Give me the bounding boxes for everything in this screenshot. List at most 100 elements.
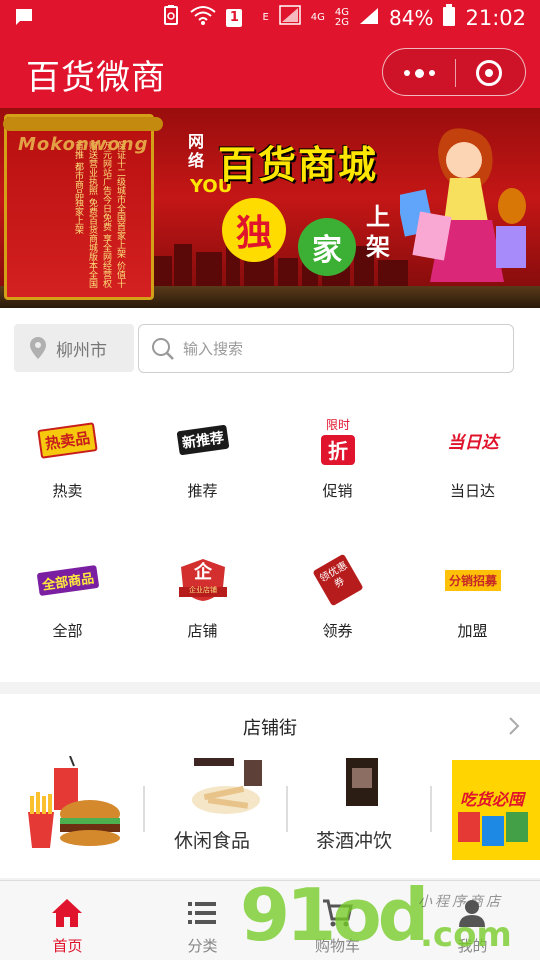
category-join[interactable]: 分销招募 加盟 [405, 530, 540, 650]
category-same-day[interactable]: 当日达 当日达 [405, 390, 540, 510]
snack-food-image [192, 758, 262, 814]
burger-fries-image [28, 755, 120, 848]
target-icon [476, 60, 502, 86]
tab-label: 首页 [52, 937, 83, 955]
category-coupon[interactable]: 领优惠券 领券 [270, 530, 405, 650]
search-icon [152, 337, 174, 360]
category-promotion[interactable]: 限时 折 促销 [270, 390, 405, 510]
user-icon [459, 900, 485, 927]
promotion-art: 折 [321, 434, 355, 465]
category-store[interactable]: 企 企业店铺 店铺 [135, 530, 270, 650]
store-tile-snacks[interactable]: 休闲食品 [164, 756, 304, 866]
signal-icon-1 [279, 5, 301, 30]
category-label: 领券 [322, 622, 353, 640]
tab-mine[interactable]: 我的 [405, 891, 540, 957]
sim-badge: 1 [226, 8, 243, 27]
category-hot[interactable]: 热卖品 热卖 [0, 390, 135, 510]
banner-circle-yellow: 独 [222, 198, 286, 262]
store-tile-drinks[interactable]: 茶酒冲饮 [306, 756, 446, 866]
tab-label: 购物车 [314, 937, 360, 955]
category-label: 店铺 [187, 622, 218, 640]
tab-label: 分类 [187, 937, 218, 955]
more-dot-icon [428, 70, 435, 76]
network-2g-label: 2G [334, 16, 350, 28]
join-icon: 分销招募 [440, 552, 506, 608]
network-type: 4G [310, 11, 325, 23]
coupon-icon: 领优惠券 [305, 552, 371, 608]
battery-icon [443, 4, 456, 31]
store-tile-label: 休闲食品 [174, 830, 251, 852]
app-header: 百货微商 [0, 36, 540, 108]
network-e-label: E [262, 11, 269, 23]
clock: 21:02 [465, 5, 526, 30]
category-label: 当日达 [449, 482, 495, 500]
tea-liquor-image [346, 758, 378, 806]
banner-title: 百货商城 [218, 143, 379, 187]
chevron-right-icon[interactable] [504, 714, 524, 738]
hot-sale-art: 热卖品 [37, 421, 99, 459]
category-label: 促销 [322, 482, 353, 500]
more-dot-icon [403, 70, 410, 76]
tile-divider [286, 786, 288, 832]
category-recommend[interactable]: 新推荐 推荐 [135, 390, 270, 510]
wifi-icon [190, 5, 217, 30]
store-tile-foodie[interactable]: 吃货必囤 [452, 756, 540, 866]
network-4g-label: 4G [310, 11, 325, 23]
category-label: 全部 [52, 622, 83, 640]
store-art: 企 [194, 562, 212, 583]
store-art-sub: 企业店铺 [189, 586, 217, 594]
tile-divider [143, 786, 145, 832]
close-mini-program-button[interactable] [453, 49, 525, 97]
home-icon [52, 899, 82, 927]
join-art: 分销招募 [444, 569, 501, 591]
page-title: 百货微商 [26, 58, 166, 98]
category-label: 推荐 [187, 482, 218, 500]
store-icon: 企 企业店铺 [170, 552, 236, 608]
category-grid: 热卖品 热卖 新推荐 推荐 限时 折 促销 当日达 当日达 全部商品 全部 企 … [0, 390, 540, 682]
banner-net-label: 网络 [188, 132, 205, 170]
store-street-section: 店铺街 休闲食品 茶酒冲饮 吃货必囤 [0, 694, 540, 878]
city-selector[interactable]: 柳州市 [14, 324, 134, 372]
category-label: 热卖 [52, 482, 83, 500]
search-box[interactable] [138, 324, 514, 373]
promo-banner[interactable]: 保证十二级城市全国首家上架 价值十万元网站广告今日免费 享全网经营权赠送营业执照… [0, 108, 540, 308]
banner-tag: 上架 [366, 203, 390, 261]
banner-brand: Mokonwong [18, 134, 149, 155]
category-all[interactable]: 全部商品 全部 [0, 530, 135, 650]
network-4g-label-2: 4G [334, 6, 350, 18]
all-products-icon: 全部商品 [35, 552, 101, 608]
recommend-icon: 新推荐 [170, 412, 236, 468]
hot-sale-icon: 热卖品 [35, 412, 101, 468]
search-input[interactable] [183, 339, 483, 358]
city-label: 柳州市 [56, 340, 107, 361]
tab-label: 我的 [457, 937, 488, 955]
all-products-art: 全部商品 [36, 564, 100, 596]
message-notification-icon [14, 7, 34, 31]
scroll-rod [3, 117, 163, 131]
store-tile-label: 茶酒冲饮 [316, 830, 393, 852]
shopping-woman-illustration [400, 128, 526, 282]
foodie-poster-text: 吃货必囤 [460, 790, 525, 809]
foodie-poster-image: 吃货必囤 [452, 760, 540, 860]
location-pin-icon [30, 337, 46, 359]
signal-icon-2 [359, 6, 379, 30]
tab-cart[interactable]: 购物车 [270, 891, 405, 957]
same-day-art: 当日达 [447, 432, 499, 453]
tile-divider [430, 786, 432, 832]
promotion-art-top: 限时 [325, 417, 350, 432]
tab-home[interactable]: 首页 [0, 891, 135, 957]
promotion-icon: 限时 折 [305, 412, 371, 468]
more-button[interactable] [383, 49, 455, 97]
cart-icon [323, 899, 353, 927]
tab-category[interactable]: 分类 [135, 891, 270, 957]
mini-program-capsule [382, 48, 526, 96]
status-icons: 1 E 4G 4G 2G 84% 21:02 [162, 4, 526, 31]
category-list-icon [188, 902, 216, 924]
section-title[interactable]: 店铺街 [0, 714, 540, 740]
coupon-art: 领优惠券 [312, 553, 364, 607]
status-bar: 1 E 4G 4G 2G 84% 21:02 [0, 0, 540, 36]
search-area: 柳州市 [0, 308, 540, 390]
scroll-text: 保证十二级城市全国首家上架 价值十万元网站广告今日免费 享全网经营权赠送营业执照… [73, 141, 125, 288]
recycle-icon [162, 5, 180, 30]
banner-circle-green: 家 [298, 218, 356, 276]
